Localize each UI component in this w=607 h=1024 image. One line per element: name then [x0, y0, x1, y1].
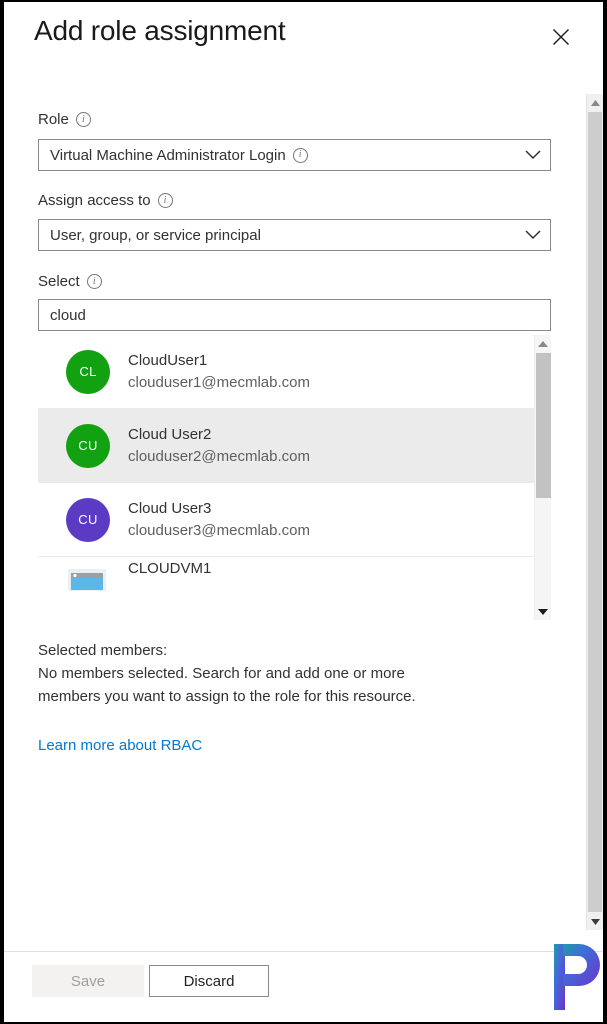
panel-scrollbar-thumb[interactable]	[588, 112, 602, 912]
chevron-down-icon	[525, 140, 541, 170]
search-results-items: CL CloudUser1 clouduser1@mecmlab.com CU …	[38, 335, 534, 605]
select-label: Select	[38, 273, 102, 290]
prajwal-desai-logo	[549, 940, 603, 1014]
save-button[interactable]: Save	[32, 965, 144, 997]
search-results-list: CL CloudUser1 clouduser1@mecmlab.com CU …	[38, 335, 551, 620]
list-item-email: clouduser3@mecmlab.com	[128, 521, 310, 539]
list-item[interactable]: CU Cloud User3 clouduser3@mecmlab.com	[38, 483, 534, 557]
assign-access-to-label-text: Assign access to	[38, 192, 151, 209]
close-icon[interactable]	[544, 20, 578, 54]
avatar: CU	[66, 497, 110, 542]
search-input[interactable]: cloud	[38, 299, 551, 331]
list-item-text: CLOUDVM1	[128, 559, 211, 579]
select-label-text: Select	[38, 273, 80, 290]
assign-access-to-value: User, group, or service principal	[50, 226, 261, 244]
list-item[interactable]: CU Cloud User2 clouduser2@mecmlab.com	[38, 409, 534, 483]
panel-scrollbar[interactable]	[586, 94, 603, 930]
scroll-up-arrow-icon[interactable]	[535, 335, 551, 352]
add-role-assignment-panel: Add role assignment Role Virtual M	[4, 2, 603, 1022]
learn-more-rbac-link[interactable]: Learn more about RBAC	[38, 737, 202, 754]
info-icon[interactable]	[75, 112, 91, 127]
role-label: Role	[38, 111, 91, 128]
selected-members-heading: Selected members:	[38, 642, 168, 659]
list-item[interactable]: CLOUDVM1	[38, 557, 534, 605]
list-item-text: Cloud User2 clouduser2@mecmlab.com	[128, 425, 310, 467]
selected-members-line2: members you want to assign to the role f…	[38, 688, 416, 705]
dialog-header: Add role assignment	[4, 2, 603, 74]
screenshot-root: Add role assignment Role Virtual M	[0, 0, 607, 1024]
role-dropdown-value: Virtual Machine Administrator Login	[50, 146, 286, 164]
role-label-text: Role	[38, 111, 69, 128]
selected-members-block: Selected members: No members selected. S…	[38, 639, 528, 708]
role-dropdown-value-wrap: Virtual Machine Administrator Login	[39, 147, 308, 164]
info-icon[interactable]	[292, 147, 308, 163]
list-item[interactable]: CL CloudUser1 clouduser1@mecmlab.com	[38, 335, 534, 409]
footer-divider	[4, 951, 603, 952]
results-scrollbar[interactable]	[534, 335, 551, 620]
list-item-text: CloudUser1 clouduser1@mecmlab.com	[128, 351, 310, 393]
scroll-up-arrow-icon[interactable]	[587, 94, 603, 111]
list-item-email: clouduser2@mecmlab.com	[128, 447, 310, 465]
list-item-text: Cloud User3 clouduser3@mecmlab.com	[128, 499, 310, 541]
page-title: Add role assignment	[34, 15, 286, 46]
results-scrollbar-thumb[interactable]	[536, 353, 551, 498]
assign-access-to-dropdown[interactable]: User, group, or service principal	[38, 219, 551, 251]
list-item-email: clouduser1@mecmlab.com	[128, 373, 310, 391]
list-item-name: Cloud User2	[128, 425, 212, 443]
role-dropdown[interactable]: Virtual Machine Administrator Login	[38, 139, 551, 171]
avatar: CU	[66, 423, 110, 468]
discard-button[interactable]: Discard	[149, 965, 269, 997]
info-icon[interactable]	[86, 274, 102, 289]
chevron-down-icon	[525, 220, 541, 250]
list-item-name: CloudUser1	[128, 351, 208, 369]
scroll-down-arrow-icon[interactable]	[535, 603, 551, 620]
list-item-name: Cloud User3	[128, 499, 212, 517]
avatar: CL	[66, 349, 110, 394]
assign-access-to-label: Assign access to	[38, 192, 173, 209]
selected-members-line1: No members selected. Search for and add …	[38, 665, 405, 682]
list-item-name: CLOUDVM1	[128, 560, 212, 577]
assign-access-to-value-wrap: User, group, or service principal	[39, 227, 261, 244]
info-icon[interactable]	[157, 193, 173, 208]
scroll-down-arrow-icon[interactable]	[587, 913, 603, 930]
virtual-machine-icon	[66, 561, 110, 595]
